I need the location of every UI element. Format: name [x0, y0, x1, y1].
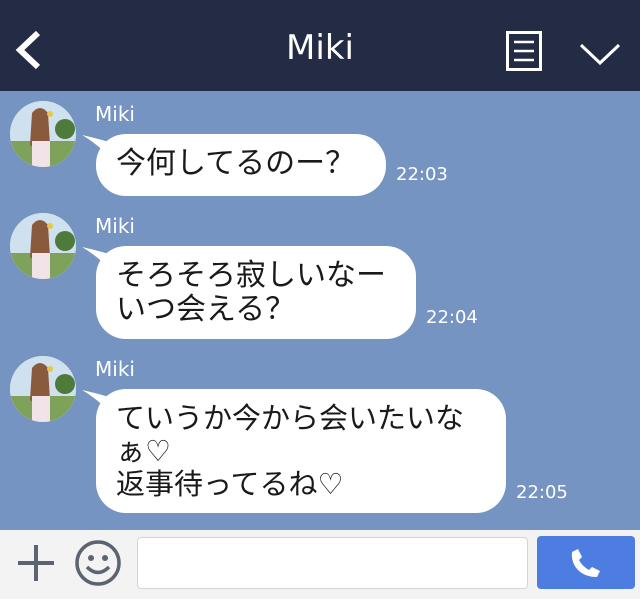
timestamp: 22:05: [516, 482, 568, 503]
timestamp: 22:04: [426, 307, 478, 328]
plus-icon[interactable]: [16, 543, 56, 583]
composer-bar: [0, 530, 640, 599]
avatar[interactable]: [10, 356, 76, 422]
message-bubble: 今何してるのー？: [96, 134, 386, 196]
menu-icon[interactable]: [506, 31, 542, 71]
message-input[interactable]: [137, 537, 528, 589]
message-text: そろそろ寂しいなー: [116, 258, 386, 293]
message-text: 返事待ってるね♡: [116, 467, 344, 501]
chat-title: Miki: [286, 28, 354, 68]
chevron-down-icon[interactable]: [579, 42, 621, 66]
message-text: ぁ♡: [116, 434, 171, 468]
chat-header: Miki: [0, 0, 640, 91]
message-text: ていうか今から会いたいな: [116, 401, 465, 435]
message: Miki 今何してるのー？ 22:03: [0, 91, 640, 201]
sender-name: Miki: [95, 357, 135, 381]
message-text: いつ会える？: [116, 292, 296, 327]
sender-name: Miki: [95, 214, 135, 238]
smiley-icon[interactable]: [74, 539, 122, 587]
timestamp: 22:03: [396, 164, 448, 185]
message-bubble: そろそろ寂しいなー いつ会える？: [96, 246, 416, 339]
message-list: Miki 今何してるのー？ 22:03 Miki そろそろ寂しいなー いつ会える…: [0, 91, 640, 530]
sender-name: Miki: [95, 102, 135, 126]
avatar[interactable]: [10, 213, 76, 279]
message-text: 今何してるのー？: [116, 146, 356, 181]
call-button[interactable]: [537, 536, 635, 589]
message: Miki ていうか今から会いたいな ぁ♡ 返事待ってるね♡ 22:05: [0, 346, 640, 530]
message-bubble: ていうか今から会いたいな ぁ♡ 返事待ってるね♡: [96, 389, 506, 513]
message: Miki そろそろ寂しいなー いつ会える？ 22:04: [0, 203, 640, 343]
avatar[interactable]: [10, 101, 76, 167]
phone-icon: [571, 549, 600, 577]
